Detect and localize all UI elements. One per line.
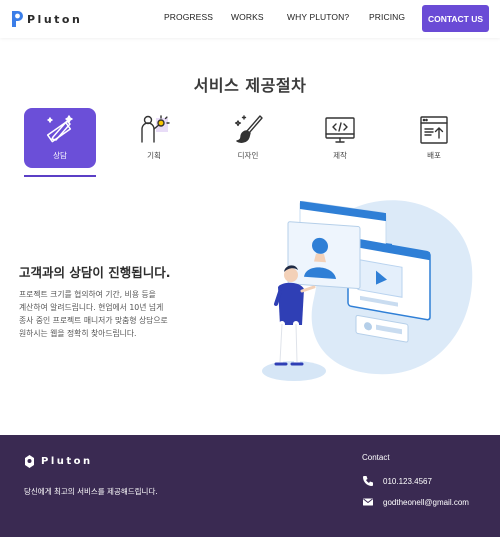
tab-label-design: 디자인 xyxy=(237,151,259,160)
tab-label-consult: 상담 xyxy=(53,151,67,160)
footer-tagline: 당신에게 최고의 서비스를 제공해드립니다. xyxy=(24,487,158,496)
planning-person-icon xyxy=(141,115,170,143)
nav-works[interactable]: WORKS xyxy=(231,12,264,22)
footer-logo-text: Pluton xyxy=(41,456,93,467)
email-address: godtheonell@gmail.com xyxy=(383,497,469,507)
tab-consult[interactable]: 상담 xyxy=(24,108,96,168)
brush-icon xyxy=(234,115,263,143)
tab-design[interactable]: 디자인 xyxy=(212,108,284,168)
tab-planning[interactable]: 기획 xyxy=(118,108,190,168)
desc-line: 원하시는 웹을 정확히 찾아드립니다. xyxy=(19,329,137,338)
content-description: 프로젝트 크기를 협의하여 기간, 비용 등을 계산하여 알려드립니다. 현업에… xyxy=(19,288,209,340)
tab-production[interactable]: 제작 xyxy=(304,108,376,168)
pluton-footer-logo-icon xyxy=(25,455,34,468)
tab-label-deploy: 배포 xyxy=(427,151,441,160)
logo[interactable]: Pluton xyxy=(10,10,82,28)
tab-label-planning: 기획 xyxy=(147,151,161,160)
logo-text: Pluton xyxy=(27,12,83,26)
site-header: Pluton PROGRESS WORKS WHY PLUTON? PRICIN… xyxy=(0,0,500,38)
pen-ruler-icon xyxy=(46,115,73,143)
mail-icon xyxy=(363,498,373,506)
tab-label-production: 제작 xyxy=(333,151,347,160)
contact-phone[interactable]: 010.123.4567 xyxy=(362,475,432,487)
desc-line: 프로젝트 크기를 협의하여 기간, 비용 등을 xyxy=(19,290,156,299)
site-footer: Pluton 당신에게 최고의 서비스를 제공해드립니다. Contact 01… xyxy=(0,435,500,537)
code-monitor-icon xyxy=(325,117,355,143)
upload-document-icon xyxy=(420,116,448,144)
phone-icon xyxy=(363,476,373,486)
contact-us-button[interactable]: CONTACT US xyxy=(422,5,489,32)
pluton-logo-icon xyxy=(12,11,23,27)
nav-progress[interactable]: PROGRESS xyxy=(164,12,213,22)
content-title: 고객과의 상담이 진행됩니다. xyxy=(19,265,171,280)
footer-logo[interactable]: Pluton xyxy=(24,455,93,468)
desc-line: 종사 중인 프로젝트 매니저가 맞춤형 상담으로 xyxy=(19,316,168,325)
consultation-illustration xyxy=(262,200,473,381)
tab-deploy[interactable]: 배포 xyxy=(398,108,470,168)
contact-email[interactable]: godtheonell@gmail.com xyxy=(362,496,469,508)
nav-why-pluton[interactable]: WHY PLUTON? xyxy=(287,12,349,22)
desc-line: 계산하여 알려드립니다. 현업에서 10년 넘게 xyxy=(19,303,164,312)
active-tab-indicator xyxy=(24,175,96,177)
contact-title: Contact xyxy=(362,453,390,462)
section-title: 서비스 제공절차 xyxy=(193,76,307,95)
phone-number: 010.123.4567 xyxy=(383,476,432,486)
nav-pricing[interactable]: PRICING xyxy=(369,12,405,22)
